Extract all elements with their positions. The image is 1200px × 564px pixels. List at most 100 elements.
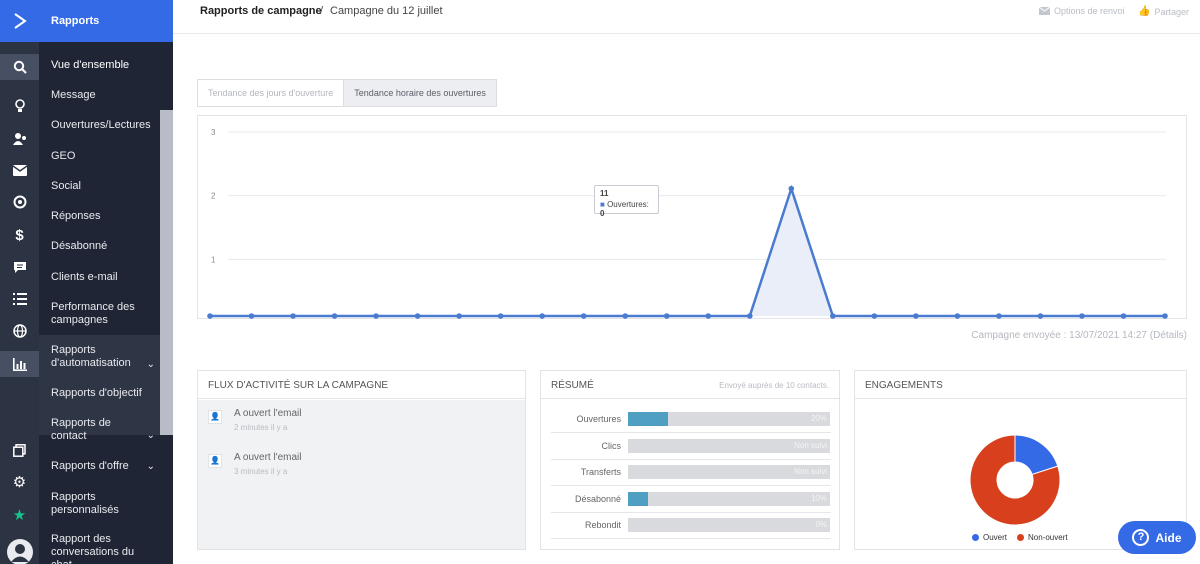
- data-point[interactable]: [414, 313, 421, 319]
- nav-item-overview[interactable]: Vue d'ensemble: [39, 59, 160, 72]
- nav-title: Rapports: [39, 0, 173, 42]
- data-point[interactable]: [1162, 313, 1168, 319]
- summary-row: Désabonné 10%: [551, 486, 831, 513]
- user-icon: 👤: [208, 454, 222, 468]
- data-point[interactable]: [248, 313, 255, 319]
- data-point[interactable]: [788, 185, 795, 192]
- summary-title: RÉSUMÉ Envoyé auprès de 10 contacts.: [541, 371, 839, 399]
- data-point[interactable]: [456, 313, 462, 319]
- chart-tooltip: 11 ■ Ouvertures: 0: [594, 185, 659, 218]
- nav-item-email-clients[interactable]: Clients e-mail: [39, 271, 160, 284]
- summary-progress-fill: [628, 412, 669, 426]
- nav-item-goal-reports[interactable]: Rapports d'objectif: [39, 387, 160, 400]
- data-point[interactable]: [746, 313, 753, 319]
- nav-item-geo[interactable]: GEO: [39, 150, 160, 163]
- legend-dot: [1017, 534, 1024, 541]
- series-line: [210, 184, 1165, 318]
- star-icon[interactable]: ★: [0, 502, 39, 528]
- summary-row: Transferts Non suivi: [551, 459, 831, 486]
- windows-icon[interactable]: [0, 437, 39, 463]
- nav-scrollbar[interactable]: [160, 110, 173, 435]
- chevron-down-icon: ⌄: [146, 430, 155, 441]
- resend-options-button[interactable]: Options de renvoi: [1039, 6, 1125, 16]
- data-point[interactable]: [1037, 313, 1044, 319]
- summary-row: Ouvertures 20%: [551, 406, 831, 433]
- globe-icon[interactable]: [0, 318, 39, 344]
- chevron-down-icon: ⌄: [146, 359, 155, 370]
- data-point[interactable]: [290, 313, 296, 319]
- summary-row-label: Désabonné: [574, 493, 621, 504]
- nav-item-contact-reports[interactable]: Rapports de contact ⌄: [39, 417, 155, 443]
- tooltip-series: Ouvertures:: [607, 200, 649, 209]
- help-button[interactable]: ? Aide: [1118, 521, 1196, 554]
- tooltip-title: 11: [600, 189, 609, 198]
- tooltip-value: 0: [600, 209, 605, 218]
- summary-panel: RÉSUMÉ Envoyé auprès de 10 contacts. Ouv…: [540, 370, 840, 550]
- summary-row: Rebondit 0%: [551, 512, 831, 539]
- share-button[interactable]: 👍 Partager: [1138, 6, 1189, 17]
- nav-item-deal-reports[interactable]: Rapports d'offre ⌄: [39, 460, 155, 473]
- page-title: Campagne du 12 juillet: [330, 5, 443, 17]
- chart-tabs: Tendance des jours d'ouverture Tendance …: [197, 79, 497, 107]
- summary-row-label: Transferts: [580, 467, 621, 477]
- activity-feed-body: 👤 A ouvert l'email 2 minutes il y a 👤 A …: [198, 400, 525, 549]
- activecampaign-logo-icon[interactable]: [0, 0, 39, 42]
- data-point[interactable]: [331, 313, 338, 319]
- envelope-icon: [1039, 7, 1050, 15]
- nav-item-campaign-performance[interactable]: Performance des campagnes: [39, 301, 139, 327]
- activity-feed-title: FLUX D'ACTIVITÉ SUR LA CAMPAGNE: [198, 371, 525, 399]
- activity-feed-panel: FLUX D'ACTIVITÉ SUR LA CAMPAGNE 👤 A ouve…: [197, 370, 526, 550]
- campaign-sent-info[interactable]: Campagne envoyée : 13/07/2021 14:27 (Dét…: [971, 330, 1187, 341]
- question-icon: ?: [1132, 529, 1150, 546]
- data-point[interactable]: [996, 313, 1002, 319]
- contacts-icon[interactable]: [0, 125, 39, 151]
- legend-ouvert[interactable]: Ouvert: [972, 533, 1007, 542]
- list-icon[interactable]: [0, 286, 39, 312]
- thumbs-up-icon: 👍: [1138, 6, 1151, 17]
- gear-icon[interactable]: ⚙: [0, 469, 39, 495]
- breadcrumb-campaign-reports[interactable]: Rapports de campagne: [200, 5, 322, 17]
- user-icon: 👤: [208, 410, 222, 424]
- data-point[interactable]: [497, 313, 504, 319]
- data-point[interactable]: [954, 313, 961, 319]
- data-point[interactable]: [871, 313, 878, 319]
- data-point[interactable]: [373, 313, 379, 319]
- nav-item-social[interactable]: Social: [39, 180, 160, 193]
- series-area: [210, 188, 1165, 316]
- tab-hourly-opens[interactable]: Tendance horaire des ouvertures: [344, 79, 497, 107]
- nav-item-custom-reports[interactable]: Rapports personnalisés: [39, 491, 139, 517]
- dollar-icon[interactable]: $: [0, 222, 39, 248]
- data-point[interactable]: [705, 313, 712, 319]
- data-point[interactable]: [622, 313, 629, 319]
- nav-item-opens[interactable]: Ouvertures/Lectures: [39, 119, 160, 132]
- line-chart-svg: 1 2 3: [207, 128, 1168, 319]
- data-point[interactable]: [539, 313, 545, 319]
- hourly-opens-chart: 1 2 3 11 ■ Ouvertures: 0: [197, 115, 1187, 319]
- nav-item-replies[interactable]: Réponses: [39, 210, 160, 223]
- nav-item-automation-reports[interactable]: Rapports d'automatisation ⌄: [39, 344, 155, 370]
- nav-item-chat-reports[interactable]: Rapport des conversations du chat: [39, 533, 139, 564]
- chat-icon[interactable]: [0, 254, 39, 280]
- lightbulb-icon[interactable]: [0, 93, 39, 119]
- summary-progress-bar: 0%: [628, 518, 830, 532]
- summary-subtitle: Envoyé auprès de 10 contacts.: [719, 381, 829, 390]
- avatar-icon[interactable]: [0, 538, 39, 564]
- search-icon[interactable]: [0, 54, 39, 80]
- data-point[interactable]: [830, 313, 836, 319]
- nav-item-message[interactable]: Message: [39, 89, 160, 102]
- data-point[interactable]: [663, 313, 670, 319]
- envelope-icon[interactable]: [0, 157, 39, 183]
- breadcrumb-separator: /: [320, 5, 324, 17]
- bar-chart-icon[interactable]: [0, 351, 39, 377]
- summary-row-value: 10%: [810, 493, 827, 503]
- data-point[interactable]: [913, 313, 919, 319]
- tab-daily-opens[interactable]: Tendance des jours d'ouverture: [197, 79, 345, 107]
- data-point[interactable]: [1079, 313, 1085, 319]
- summary-progress-bar: Non suivi: [628, 465, 830, 479]
- legend-non-ouvert[interactable]: Non-ouvert: [1017, 533, 1068, 542]
- nav-item-unsubscribed[interactable]: Désabonné: [39, 240, 160, 253]
- data-point[interactable]: [580, 313, 587, 319]
- data-point[interactable]: [207, 313, 213, 319]
- data-point[interactable]: [1120, 313, 1127, 319]
- target-icon[interactable]: [0, 189, 39, 215]
